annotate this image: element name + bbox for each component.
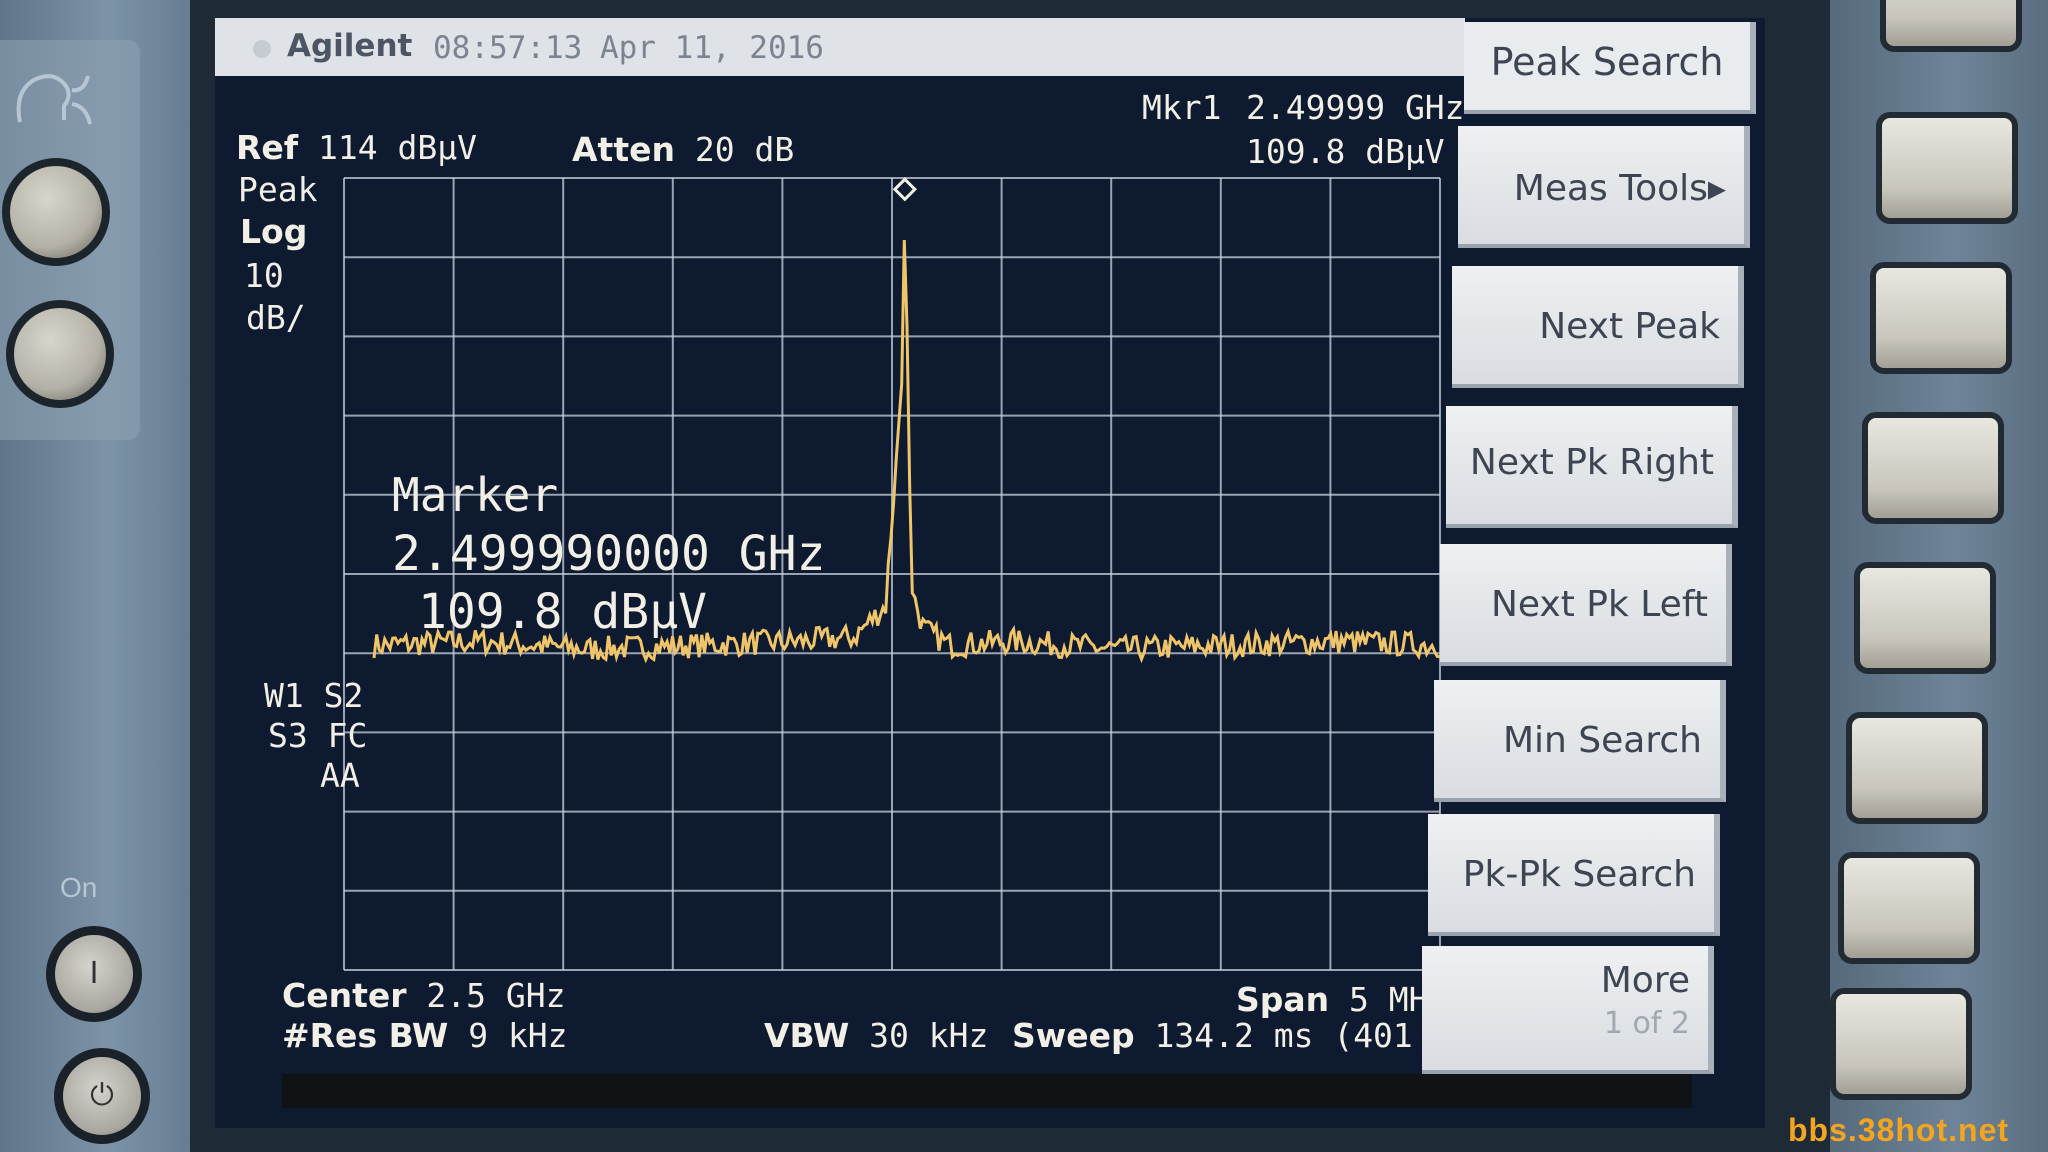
marker-amplitude: 109.8 dBµV xyxy=(1246,132,1445,171)
scale-value: 10 xyxy=(244,256,284,295)
softkey-menu-title: Peak Search xyxy=(1464,22,1756,114)
atten-key: Atten xyxy=(572,130,675,169)
rbw-value: 9 kHz xyxy=(468,1016,568,1055)
ref-key: Ref xyxy=(236,128,299,167)
marker-diamond-icon xyxy=(892,177,917,202)
center-key: Center xyxy=(282,976,407,1015)
softkey-label: Next Pk Left xyxy=(1490,584,1708,625)
status-flags-1: W1 S2 xyxy=(264,676,364,715)
softkey-min-search[interactable]: Min Search xyxy=(1434,680,1726,802)
resolution-bandwidth: #Res BW 9 kHz xyxy=(282,1016,568,1055)
softkey-next-peak[interactable]: Next Peak xyxy=(1452,266,1744,388)
video-bandwidth: VBW 30 kHz xyxy=(764,1016,988,1055)
softkey-label: Min Search xyxy=(1502,720,1702,761)
marker-label: Mkr1 xyxy=(1142,88,1222,127)
softkey-next-pk-right[interactable]: Next Pk Right xyxy=(1446,406,1738,528)
status-flags-2: S3 FC xyxy=(268,716,368,755)
softkey-more-page: 1 of 2 xyxy=(1603,1006,1690,1041)
detector-mode: Peak xyxy=(238,170,318,209)
softkey-next-pk-left[interactable]: Next Pk Left xyxy=(1440,544,1732,666)
vbw-value: 30 kHz xyxy=(869,1016,989,1055)
sweep-key: Sweep xyxy=(1012,1016,1135,1055)
scale-unit: dB/ xyxy=(246,298,306,337)
marker-readout-frequency: 2.499990000 GHz xyxy=(392,526,826,582)
softkey-meas-tools[interactable]: Meas Tools▸ xyxy=(1458,126,1750,248)
menu-title-label: Peak Search xyxy=(1490,40,1724,84)
ref-value: 114 dBµV xyxy=(318,128,477,167)
softkey-label: Meas Tools▸ xyxy=(1513,168,1726,209)
rbw-key: #Res BW xyxy=(282,1016,449,1055)
status-flags-3: AA xyxy=(320,756,360,795)
marker-diamond xyxy=(892,177,917,202)
status-line xyxy=(282,1074,1692,1108)
scale-type: Log xyxy=(240,212,308,251)
center-value: 2.5 GHz xyxy=(426,976,566,1015)
atten-value: 20 dB xyxy=(694,130,795,169)
softkey-more[interactable]: More 1 of 2 xyxy=(1422,946,1714,1074)
softkey-label: Next Pk Right xyxy=(1469,442,1714,483)
marker-readout-amplitude: 109.8 dBµV xyxy=(418,584,707,640)
softkey-label: More xyxy=(1600,960,1690,1001)
marker-readout-title: Marker xyxy=(392,468,559,522)
ref-level: Ref 114 dBµV xyxy=(236,128,477,167)
softkey-pk-pk-search[interactable]: Pk-Pk Search xyxy=(1428,814,1720,936)
span-key: Span xyxy=(1236,980,1330,1019)
attenuation: Atten 20 dB xyxy=(572,130,794,169)
vbw-key: VBW xyxy=(764,1016,850,1055)
center-frequency: Center 2.5 GHz xyxy=(282,976,565,1015)
softkey-label: Next Peak xyxy=(1539,306,1720,347)
watermark: bbs.38hot.net xyxy=(1788,1112,2010,1148)
span: Span 5 MHz xyxy=(1236,980,1448,1019)
softkey-menu: Peak Search Meas Tools▸ Next Peak Next P… xyxy=(1422,22,1760,1074)
softkey-label: Pk-Pk Search xyxy=(1462,854,1696,895)
